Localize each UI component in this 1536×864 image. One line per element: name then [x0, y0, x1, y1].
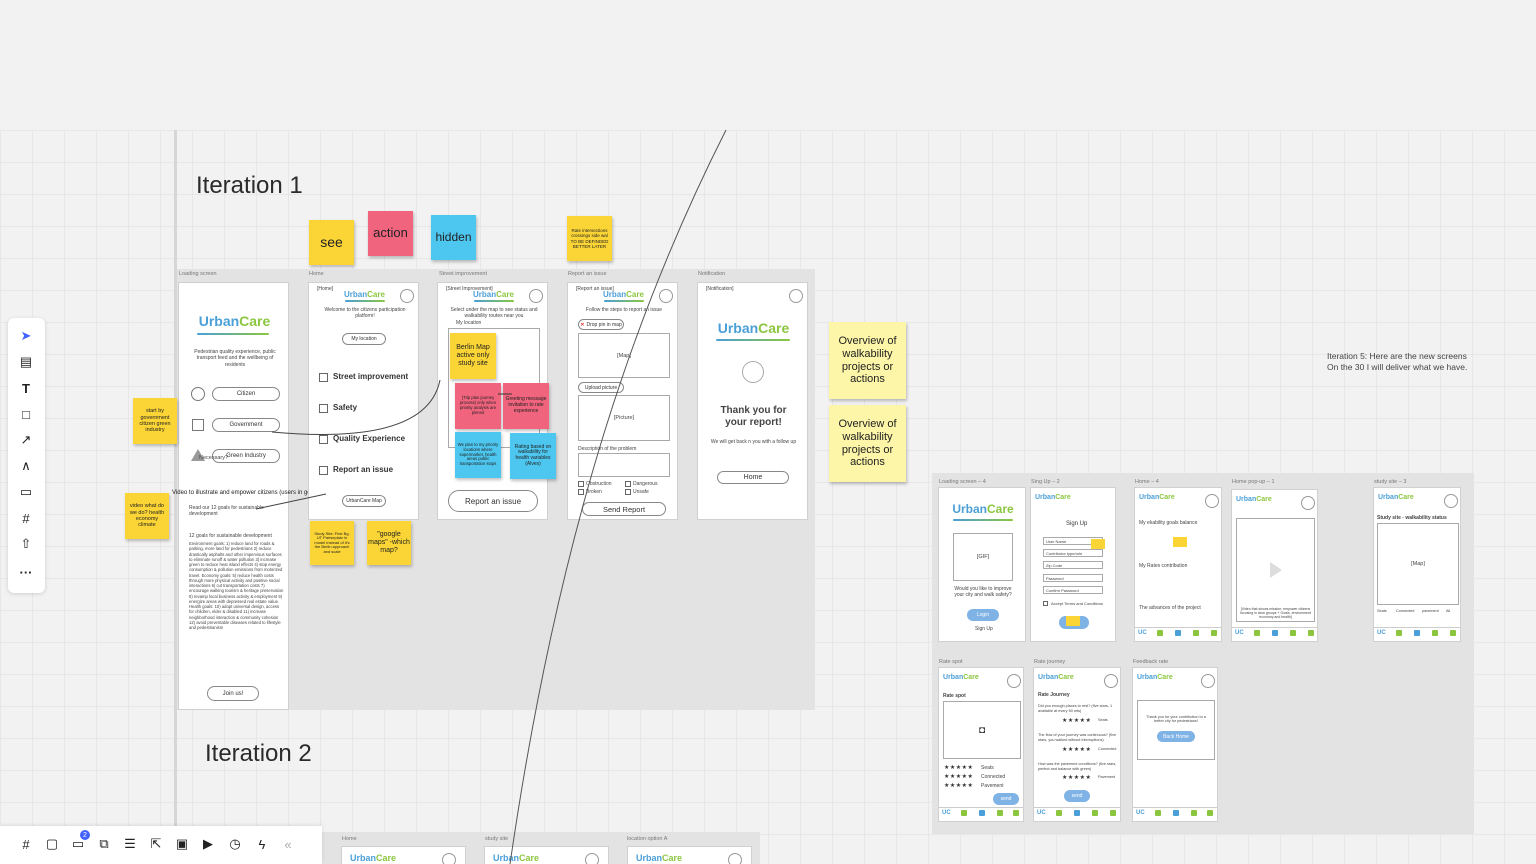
- notification-badge: 2: [80, 830, 90, 840]
- collapse-toolbar-icon[interactable]: «: [278, 834, 298, 854]
- frames-icon[interactable]: #: [16, 834, 36, 854]
- bottom-toolbar: # ▢ ▭ 2 ⧉ ☰ ⇱ ▣ ▶ ◷ ϟ «: [0, 826, 322, 864]
- cards-icon[interactable]: ☰: [120, 834, 140, 854]
- lightning-icon[interactable]: ϟ: [252, 834, 272, 854]
- left-toolbar: ➤ ▤ T □ ↗ ∧ ▭ # ⇧ ···: [8, 318, 45, 593]
- screen-share-icon[interactable]: ⧉: [94, 834, 114, 854]
- timer-icon[interactable]: ◷: [225, 834, 245, 854]
- connector-lines: [255, 129, 727, 864]
- connection-line-icon[interactable]: ↗: [16, 430, 36, 450]
- upload-icon[interactable]: ⇧: [16, 534, 36, 554]
- arrow-video[interactable]: [255, 493, 327, 510]
- comment-tool-icon[interactable]: ▭: [16, 482, 36, 502]
- comments-icon[interactable]: ▢: [42, 834, 62, 854]
- embed-icon[interactable]: ▣: [172, 834, 192, 854]
- long-curve-connector[interactable]: [509, 129, 727, 864]
- arrow-government-to-street[interactable]: [271, 379, 441, 435]
- templates-icon[interactable]: ▤: [16, 352, 36, 372]
- select-cursor-icon[interactable]: ➤: [16, 326, 36, 346]
- pen-icon[interactable]: ∧: [16, 456, 36, 476]
- frame-tool-icon[interactable]: #: [16, 508, 36, 528]
- video-call-icon[interactable]: ▶: [198, 834, 218, 854]
- more-tools-icon[interactable]: ···: [16, 562, 36, 582]
- shape-tool-icon[interactable]: □: [16, 404, 36, 424]
- share-out-icon[interactable]: ⇱: [146, 834, 166, 854]
- text-tool-icon[interactable]: T: [16, 378, 36, 398]
